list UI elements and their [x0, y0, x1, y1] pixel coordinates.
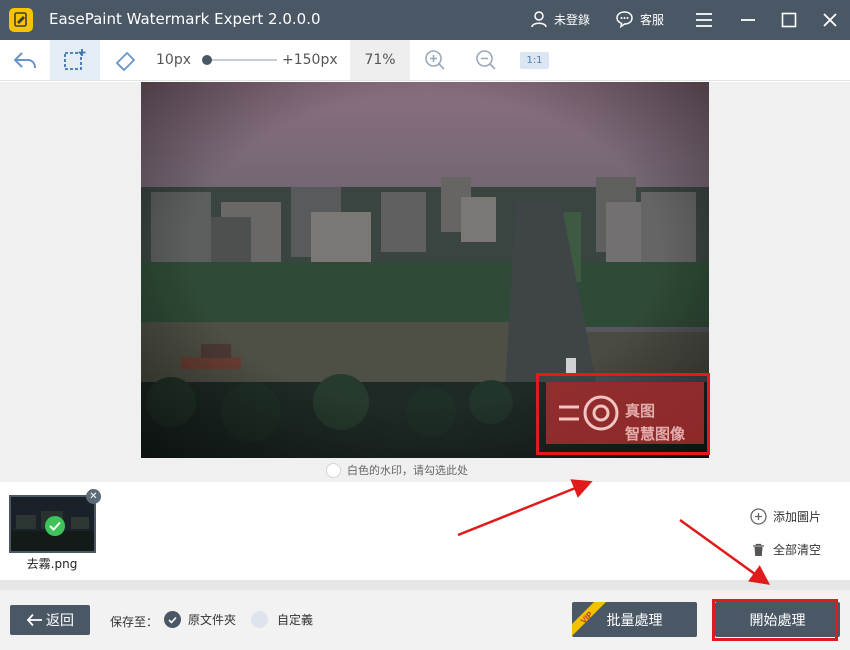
save-to-label: 保存至：	[110, 615, 159, 629]
start-button-highlight	[712, 599, 838, 641]
zoom-value: 71%	[364, 52, 396, 68]
white-watermark-option[interactable]: 白色的水印，请勾选此处	[326, 462, 468, 478]
clear-all-label: 全部清空	[773, 543, 822, 557]
rectangle-select-tool[interactable]	[50, 40, 100, 80]
actual-size-button[interactable]: 1:1	[520, 52, 549, 69]
actual-size-label: 1:1	[526, 55, 543, 66]
trash-icon	[753, 543, 764, 556]
brush-size-min: 10px	[156, 52, 191, 68]
done-check-icon	[45, 516, 65, 536]
add-image-label: 添加圖片	[773, 510, 822, 524]
hamburger-menu-icon[interactable]	[694, 10, 714, 30]
back-button[interactable]: 返回	[10, 605, 90, 635]
chat-bubble-icon	[616, 11, 633, 28]
section-divider	[0, 580, 850, 590]
undo-icon	[13, 52, 36, 69]
undo-button[interactable]	[0, 40, 50, 80]
add-image-button[interactable]: 添加圖片	[750, 508, 821, 525]
save-option-original-folder[interactable]: 原文件夾	[164, 611, 236, 628]
watermark-selection-box[interactable]	[536, 373, 710, 455]
slider-track	[205, 59, 277, 61]
bottom-bar: 返回 保存至： 原文件夾 自定義 VIP 批量處理 開始處理	[0, 590, 850, 650]
maximize-icon[interactable]	[779, 10, 799, 30]
brush-size-slider[interactable]	[202, 53, 278, 67]
radio-unchecked-icon[interactable]	[251, 611, 268, 628]
vip-badge: VIP	[572, 602, 606, 636]
support-label: 客服	[640, 12, 665, 27]
eraser-icon	[115, 51, 136, 72]
app-logo-icon	[9, 8, 33, 32]
white-watermark-label: 白色的水印，请勾选此处	[347, 464, 468, 477]
login-label: 未登錄	[554, 12, 591, 27]
remove-thumbnail-icon[interactable]: ✕	[86, 489, 101, 504]
minimize-icon[interactable]	[738, 10, 758, 30]
batch-process-button[interactable]: VIP 批量處理	[572, 602, 697, 637]
login-button[interactable]: 未登錄	[530, 10, 590, 28]
editing-toolbar: 10px +150px 71% 1:1	[0, 40, 850, 81]
canvas-area: 真图 智慧图像	[0, 82, 850, 482]
brush-size-max: +150px	[282, 52, 338, 68]
thumbnail-item[interactable]	[9, 495, 96, 553]
title-bar: EasePaint Watermark Expert 2.0.0.0 未登錄 客…	[0, 0, 850, 40]
zoom-level[interactable]: 71%	[350, 40, 410, 80]
white-watermark-radio[interactable]	[326, 462, 341, 478]
support-button[interactable]: 客服	[615, 10, 664, 28]
thumbnail-filename: 去霧.png	[26, 557, 78, 571]
back-arrow-icon	[26, 613, 42, 627]
save-option-custom[interactable]: 自定義	[251, 611, 313, 628]
thumbnail-strip: ✕ 去霧.png 添加圖片 全部清空	[0, 482, 850, 580]
zoom-out-icon[interactable]	[475, 49, 497, 71]
eraser-tool[interactable]	[100, 40, 150, 80]
back-label: 返回	[46, 613, 74, 629]
original-folder-label: 原文件夾	[188, 613, 237, 627]
app-title: EasePaint Watermark Expert 2.0.0.0	[49, 10, 321, 28]
batch-process-label: 批量處理	[606, 612, 663, 629]
clear-all-button[interactable]: 全部清空	[752, 541, 821, 558]
user-icon	[531, 11, 547, 28]
add-circle-icon	[750, 508, 767, 525]
close-window-icon[interactable]	[820, 10, 840, 30]
zoom-in-icon[interactable]	[424, 49, 446, 71]
marquee-select-icon	[64, 49, 86, 70]
radio-checked-icon[interactable]	[164, 611, 181, 628]
slider-handle[interactable]	[202, 55, 212, 65]
custom-label: 自定義	[277, 613, 314, 627]
